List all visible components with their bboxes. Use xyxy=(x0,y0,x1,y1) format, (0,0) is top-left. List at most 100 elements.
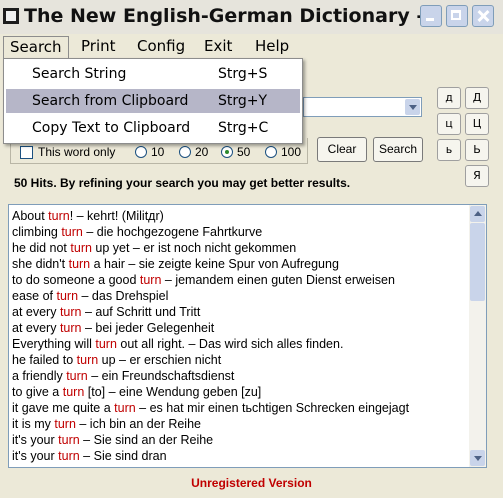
menuitem-copy-to-clipboard[interactable]: Copy Text to Clipboard Strg+C xyxy=(6,116,300,140)
result-text: a friendly xyxy=(12,369,67,383)
menu-search[interactable]: Search xyxy=(3,36,69,58)
menu-exit[interactable]: Exit xyxy=(198,36,238,56)
result-keyword: turn xyxy=(48,209,70,223)
close-icon[interactable] xyxy=(472,5,494,27)
limit-label-20: 20 xyxy=(195,145,209,159)
menuitem-shortcut: Strg+S xyxy=(218,66,268,82)
limit-radio-10[interactable] xyxy=(135,146,147,158)
result-translation: out all right. – Das wird sich alles fin… xyxy=(116,337,344,351)
result-translation: [to] – eine Wendung geben [zu] xyxy=(84,385,262,399)
result-translation: – die hochgezogene Fahrtkurve xyxy=(82,225,263,239)
status-unregistered: Unregistered Version xyxy=(191,476,312,490)
search-combo[interactable] xyxy=(303,97,422,117)
char-button-soft-upper[interactable]: Ь xyxy=(465,139,489,161)
scroll-down-icon[interactable] xyxy=(470,450,485,466)
result-translation: – das Drehspiel xyxy=(78,289,169,303)
result-translation: – Sie sind dran xyxy=(79,449,167,463)
menu-config[interactable]: Config xyxy=(131,36,191,56)
maximize-icon[interactable] xyxy=(446,5,468,27)
result-text: Everything will xyxy=(12,337,96,351)
result-translation: – ich bin an der Reihe xyxy=(75,417,201,431)
result-keyword: turn xyxy=(59,305,82,319)
result-translation: – Sie sind an der Reihe xyxy=(79,433,214,447)
result-text: he did not xyxy=(12,241,71,255)
result-text: it gave me quite a xyxy=(12,401,115,415)
result-keyword: turn xyxy=(70,241,92,255)
result-keyword: turn xyxy=(54,417,76,431)
result-translation: a hair – sie zeigte keine Spur von Aufre… xyxy=(90,257,339,271)
result-keyword: turn xyxy=(95,337,117,351)
result-keyword: turn xyxy=(58,449,80,463)
result-translation: ! – kehrt! (Militдr) xyxy=(69,209,164,223)
menuitem-shortcut: Strg+C xyxy=(218,120,269,136)
result-keyword: turn xyxy=(58,433,80,447)
limit-label-100: 100 xyxy=(281,145,302,159)
hits-message: 50 Hits. By refining your search you may… xyxy=(14,176,351,190)
char-button-tse-upper[interactable]: Ц xyxy=(465,113,489,135)
result-keyword: turn xyxy=(76,353,99,367)
char-button-tse-lower[interactable]: ц xyxy=(437,113,461,135)
result-row[interactable]: it's your turn – Sie sind dran xyxy=(12,447,167,465)
minimize-icon[interactable] xyxy=(420,5,442,27)
result-keyword: turn xyxy=(139,273,162,287)
result-text: it is my xyxy=(12,417,55,431)
limit-radio-20[interactable] xyxy=(179,146,191,158)
this-word-only-checkbox[interactable] xyxy=(20,146,33,159)
result-keyword: turn xyxy=(66,369,88,383)
menuitem-label: Copy Text to Clipboard xyxy=(32,120,191,136)
result-text: ease of xyxy=(12,289,57,303)
search-button[interactable]: Search xyxy=(373,137,423,162)
result-text: at every xyxy=(12,321,60,335)
window-title: The New English-German Dictionary - - xyxy=(24,5,439,27)
app-window: The New English-German Dictionary - - Se… xyxy=(0,0,503,498)
book-icon[interactable] xyxy=(3,8,19,24)
scroll-thumb[interactable] xyxy=(470,223,485,301)
result-text: to do someone a good xyxy=(12,273,140,287)
menu-bar: Search Print Config Exit Help xyxy=(0,34,503,58)
menu-help[interactable]: Help xyxy=(249,36,295,56)
limit-radio-100[interactable] xyxy=(265,146,277,158)
result-text: she didn't xyxy=(12,257,69,271)
menu-print[interactable]: Print xyxy=(75,36,122,56)
menuitem-label: Search from Clipboard xyxy=(32,93,189,109)
result-text: climbing xyxy=(12,225,62,239)
results-list[interactable]: About turn! – kehrt! (Militдr) climbing … xyxy=(8,204,487,468)
menuitem-search-from-clipboard[interactable]: Search from Clipboard Strg+Y xyxy=(6,89,300,113)
result-text: About xyxy=(12,209,49,223)
char-button-de-lower[interactable]: д xyxy=(437,87,461,109)
title-bar: The New English-German Dictionary - - xyxy=(0,0,503,34)
result-translation: up – er erschien nicht xyxy=(98,353,222,367)
result-text: at every xyxy=(12,305,60,319)
clear-button[interactable]: Clear xyxy=(317,137,367,162)
char-button-de-upper[interactable]: Д xyxy=(465,87,489,109)
result-translation: – auf Schritt und Tritt xyxy=(81,305,201,319)
result-translation: – ein Freundschaftsdienst xyxy=(87,369,235,383)
chevron-down-icon[interactable] xyxy=(405,99,420,115)
result-keyword: turn xyxy=(59,321,82,335)
result-keyword: turn xyxy=(68,257,91,271)
result-translation: – bei jeder Gelegenheit xyxy=(81,321,215,335)
char-button-ya-upper[interactable]: Я xyxy=(465,165,489,187)
results-scrollbar[interactable] xyxy=(469,205,486,467)
result-text: to give a xyxy=(12,385,63,399)
result-translation: – jemandem einen guten Dienst erweisen xyxy=(161,273,395,287)
result-keyword: turn xyxy=(56,289,79,303)
result-keyword: turn xyxy=(62,385,85,399)
menuitem-label: Search String xyxy=(32,66,127,82)
result-text: he failed to xyxy=(12,353,77,367)
scroll-up-icon[interactable] xyxy=(470,206,485,222)
search-menu-dropdown: Search String Strg+S Search from Clipboa… xyxy=(3,58,303,144)
menuitem-shortcut: Strg+Y xyxy=(218,93,268,109)
result-text: it's your xyxy=(12,433,59,447)
result-translation: up yet – er ist noch nicht gekommen xyxy=(91,241,297,255)
this-word-only-label: This word only xyxy=(38,145,116,159)
result-text: it's your xyxy=(12,449,59,463)
limit-label-50: 50 xyxy=(237,145,251,159)
char-button-soft-lower[interactable]: ь xyxy=(437,139,461,161)
result-translation: – es hat mir einen tьchtigen Schrecken e… xyxy=(135,401,410,415)
result-keyword: turn xyxy=(114,401,136,415)
menuitem-search-string[interactable]: Search String Strg+S xyxy=(6,62,300,86)
limit-label-10: 10 xyxy=(151,145,165,159)
result-keyword: turn xyxy=(61,225,83,239)
limit-radio-50[interactable] xyxy=(221,146,233,158)
